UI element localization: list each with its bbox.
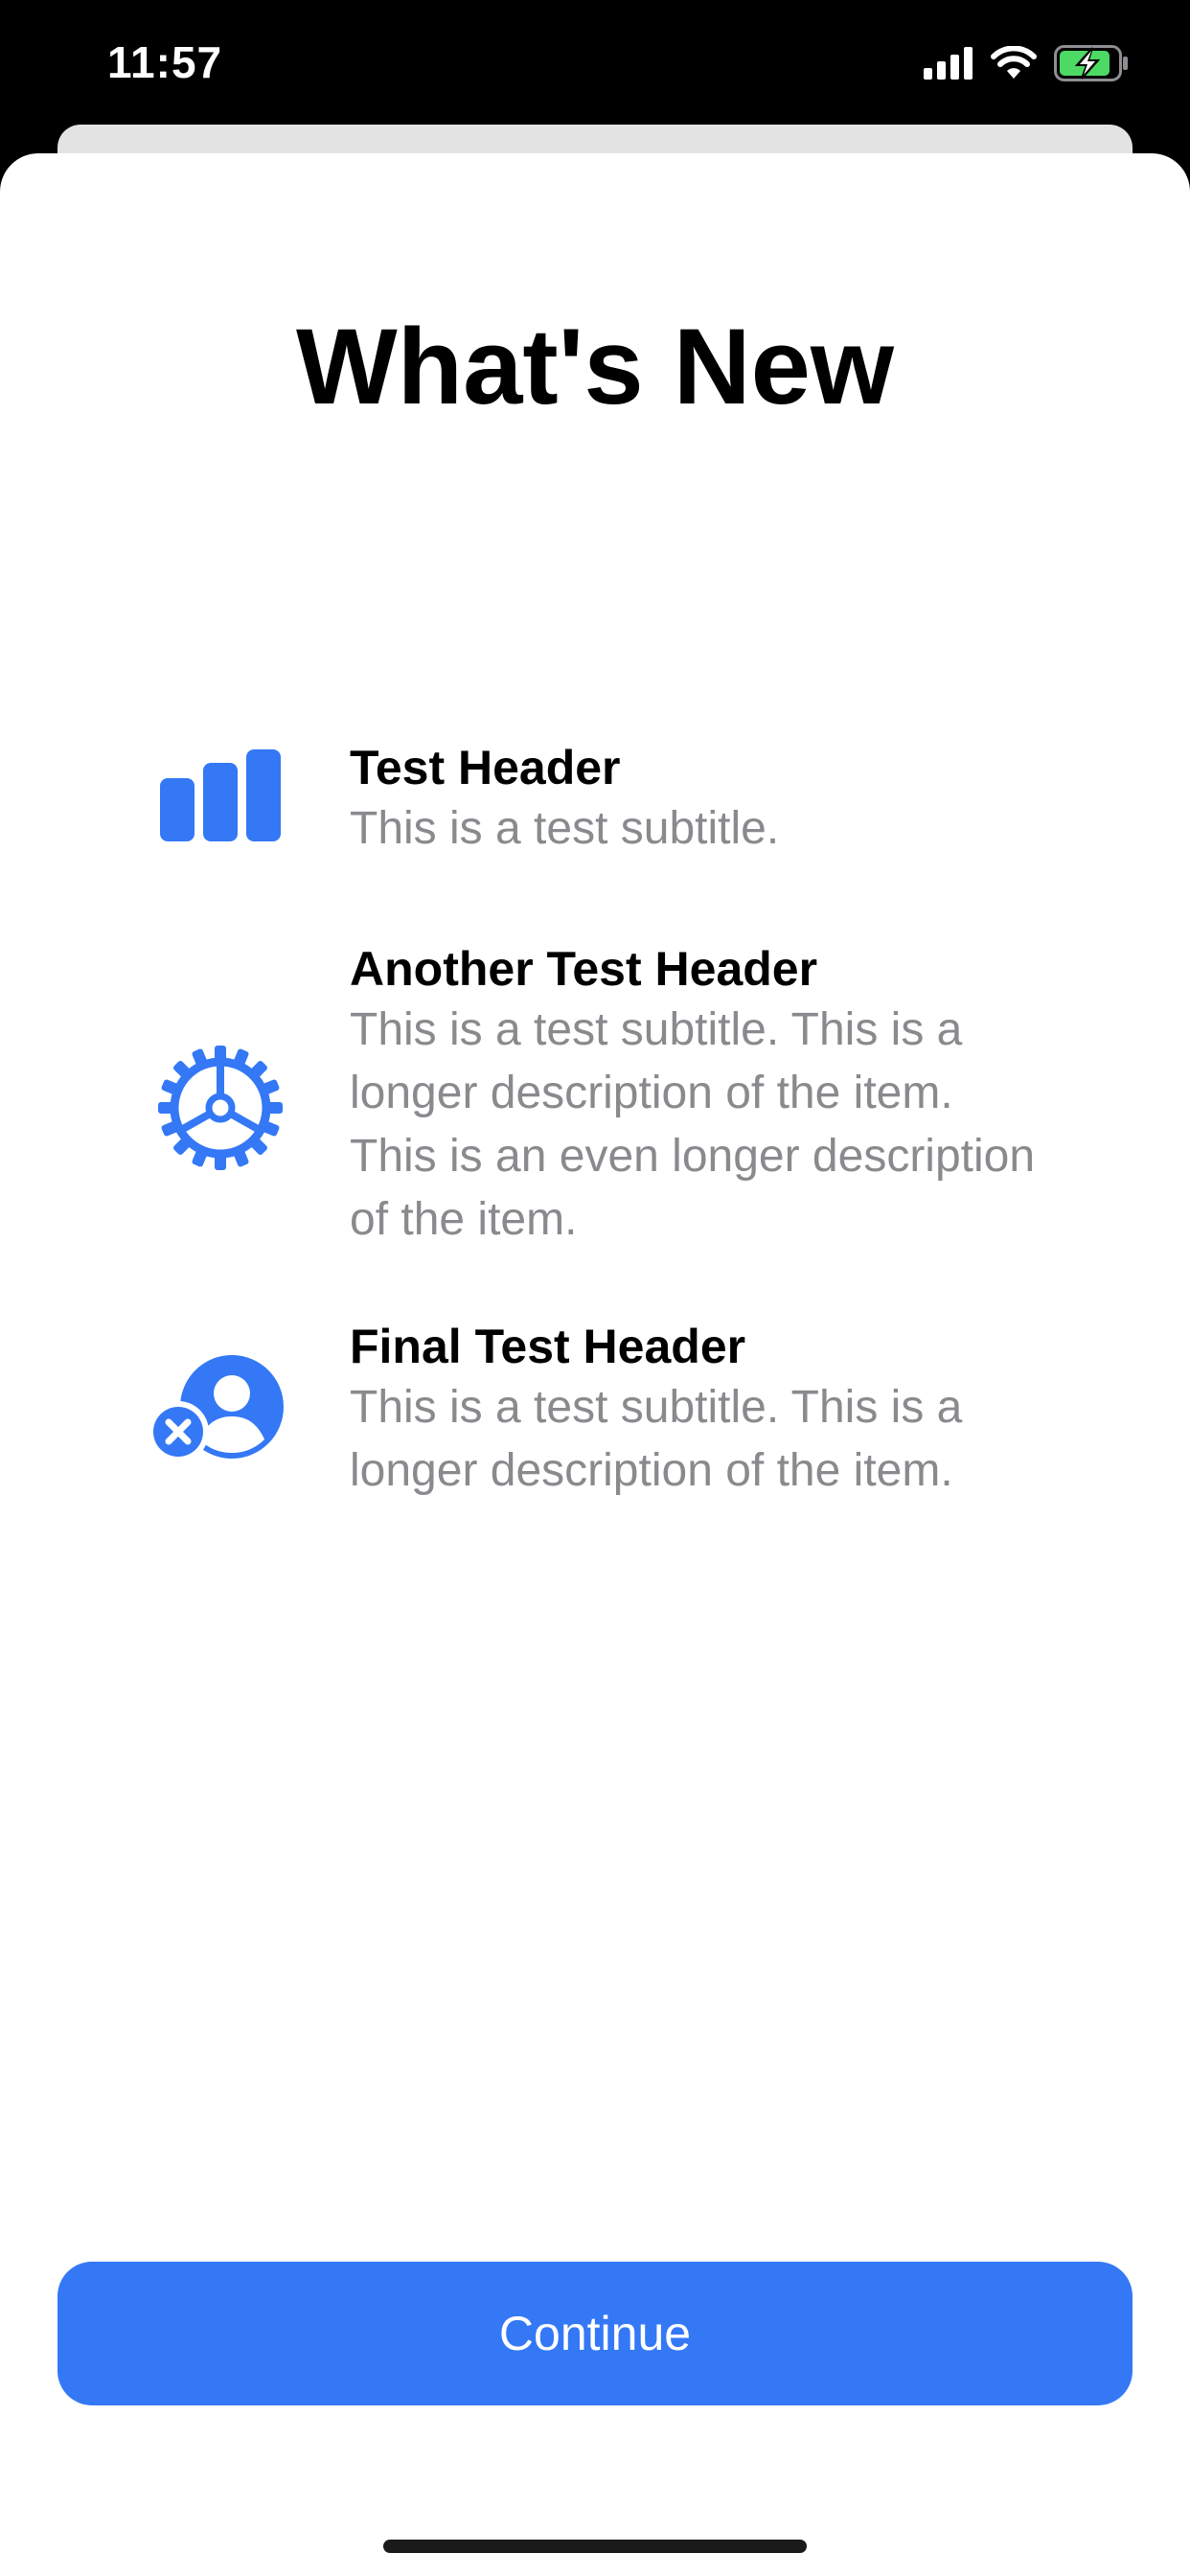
home-indicator[interactable] (383, 2540, 807, 2553)
screen: 11:57 What's New Test Header This is a t… (0, 0, 1190, 2576)
page-title: What's New (295, 307, 895, 426)
feature-title: Test Header (350, 741, 621, 794)
feature-subtitle: This is a test subtitle. This is a longe… (350, 1382, 963, 1496)
cellular-signal-icon (924, 47, 973, 80)
wifi-icon (991, 46, 1037, 80)
bar-chart-icon (153, 728, 287, 862)
feature-subtitle: This is a test subtitle. (350, 803, 780, 854)
feature-title: Final Test Header (350, 1320, 746, 1373)
continue-button[interactable]: Continue (57, 2262, 1133, 2405)
status-bar: 11:57 (0, 0, 1190, 125)
feature-title: Another Test Header (350, 942, 818, 996)
status-icons (924, 42, 1129, 84)
person-crop-circle-badge-xmark-icon (153, 1346, 287, 1480)
gear-icon (153, 1041, 287, 1175)
feature-text: Another Test Header This is a test subti… (350, 939, 1040, 1252)
status-time: 11:57 (107, 37, 223, 87)
feature-text: Final Test Header This is a test subtitl… (350, 1317, 1040, 1503)
feature-text: Test Header This is a test subtitle. (350, 738, 1040, 861)
battery-charging-icon (1054, 45, 1129, 81)
whats-new-sheet: What's New Test Header This is a test su… (0, 153, 1190, 2576)
feature-subtitle: This is a test subtitle. This is a longe… (350, 1004, 1036, 1245)
